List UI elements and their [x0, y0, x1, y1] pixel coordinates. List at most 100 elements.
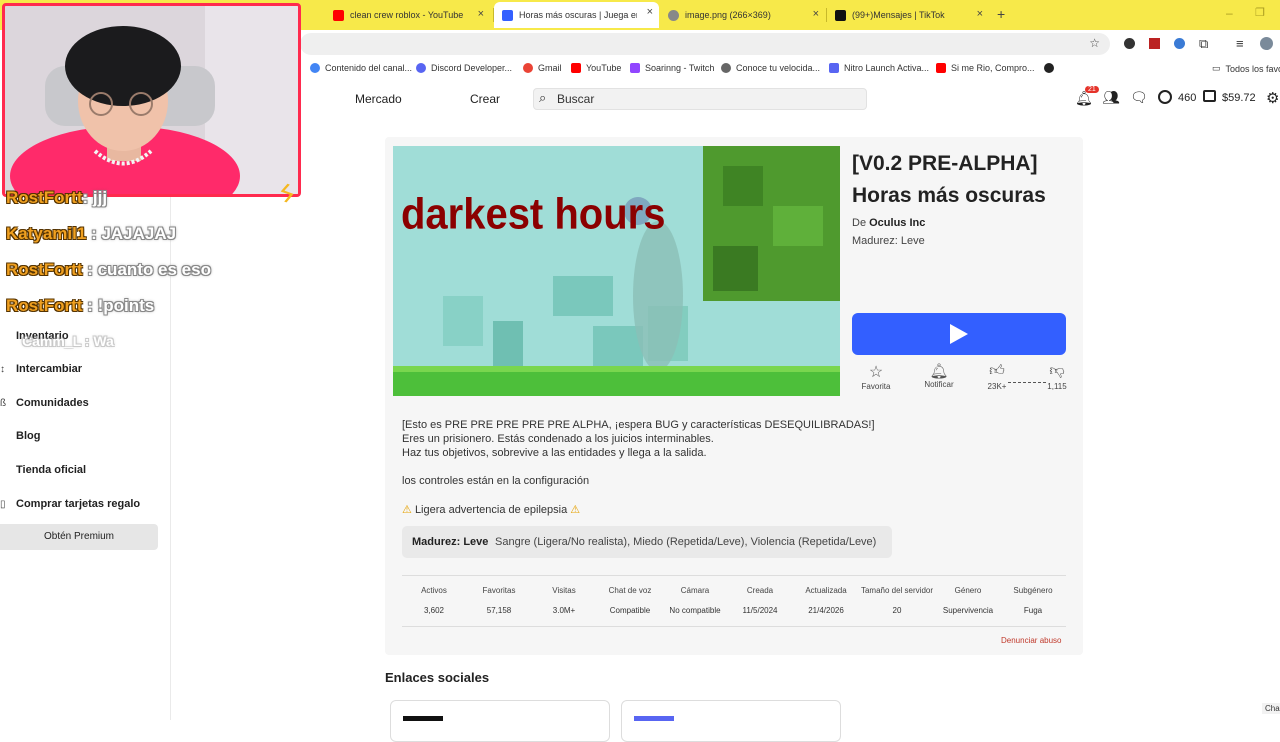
- new-tab-button[interactable]: +: [997, 6, 1005, 22]
- game-thumbnail[interactable]: darkest hours: [393, 146, 840, 396]
- play-button[interactable]: [852, 313, 1066, 355]
- vote-ratio-bar: [1008, 382, 1046, 383]
- favorite-label: Favorita: [861, 382, 891, 391]
- dislikes-count: 1,115: [1047, 382, 1067, 391]
- wallet-icon[interactable]: [1203, 90, 1216, 102]
- social-link-card[interactable]: [390, 700, 610, 742]
- notify-label: Notificar: [924, 380, 954, 389]
- roblox-icon: [502, 9, 513, 21]
- maturity-detail: Sangre (Ligera/No realista), Miedo (Repe…: [495, 536, 877, 548]
- extension-icon[interactable]: [1174, 38, 1185, 49]
- thumbs-down-icon: 👎︎: [1049, 362, 1065, 379]
- nav-marketplace[interactable]: Mercado: [355, 92, 402, 106]
- robux-icon[interactable]: [1158, 90, 1172, 104]
- sidebar-item-store[interactable]: Tienda oficial: [16, 464, 86, 476]
- bookmark-item[interactable]: Conoce tu velocida...: [721, 63, 820, 73]
- extension-icon[interactable]: [1149, 38, 1160, 49]
- tab-tiktok[interactable]: (99+)Mensajes | TikTok ×: [827, 4, 989, 26]
- notify-button[interactable]: 🔔︎ Notificar: [917, 362, 961, 389]
- extension-icon[interactable]: [1124, 38, 1135, 49]
- creator-link[interactable]: Oculus Inc: [869, 217, 925, 229]
- bookmark-item[interactable]: Soarinng - Twitch: [630, 63, 714, 73]
- premium-button[interactable]: Obtén Premium: [0, 524, 158, 550]
- sidebar-item-trade[interactable]: Intercambiar: [16, 363, 82, 375]
- sidebar-item-communities[interactable]: Comunidades: [16, 397, 89, 409]
- reading-list-icon[interactable]: ≡: [1236, 36, 1244, 51]
- stat-label: Subgénero: [1013, 586, 1053, 595]
- bookmark-label: Discord Developer...: [431, 63, 513, 73]
- game-title-line2: Horas más oscuras: [852, 184, 1046, 207]
- close-icon[interactable]: ×: [647, 6, 653, 18]
- chat-username: RostFortt: [6, 296, 83, 315]
- globe-icon: [668, 9, 679, 21]
- bookmark-item[interactable]: Gmail: [523, 63, 562, 73]
- dislike-button[interactable]: 👎︎ 1,115: [1042, 362, 1072, 391]
- favorite-button[interactable]: ☆ Favorita: [856, 362, 896, 391]
- thumbs-up-icon: 👍︎: [989, 362, 1005, 379]
- twitch-icon: [630, 63, 640, 73]
- social-links-heading: Enlaces sociales: [385, 670, 490, 685]
- description-line: Haz tus objetivos, sobrevive a las entid…: [402, 447, 707, 459]
- like-button[interactable]: 👍︎ 23K+: [982, 362, 1012, 391]
- minimize-icon[interactable]: –: [1226, 6, 1233, 20]
- google-icon: [310, 63, 320, 73]
- sidebar-item-gift-cards[interactable]: Comprar tarjetas regalo: [16, 498, 140, 510]
- bookmark-item[interactable]: Contenido del canal...: [310, 63, 412, 73]
- likes-count: 23K+: [987, 382, 1007, 391]
- bookmark-label: Nitro Launch Activa...: [844, 63, 930, 73]
- profile-avatar[interactable]: [1260, 37, 1273, 50]
- chat-text: : !points: [87, 296, 155, 315]
- maturity-meta: Madurez: Leve: [852, 235, 925, 247]
- close-icon[interactable]: ×: [813, 8, 819, 20]
- bookmark-item[interactable]: Si me Rio, Compro...: [936, 63, 1035, 73]
- chat-message: Camm_L : Wa: [22, 333, 114, 349]
- maturity-box: Madurez: Leve Sangre (Ligera/No realista…: [402, 526, 892, 558]
- bookmark-item[interactable]: [1044, 63, 1059, 73]
- tiktok-icon: [835, 9, 846, 21]
- bookmark-label: Soarinng - Twitch: [645, 63, 715, 73]
- tab-image[interactable]: image.png (266×369) ×: [660, 4, 825, 26]
- description-line: [Esto es PRE PRE PRE PRE PRE ALPHA, ¡esp…: [402, 419, 875, 431]
- star-icon: ☆: [868, 364, 884, 381]
- tab-roblox-game[interactable]: Horas más oscuras | Juega en R ×: [494, 2, 659, 28]
- friends-icon[interactable]: 👥︎: [1102, 89, 1120, 106]
- bookmark-item[interactable]: Discord Developer...: [416, 63, 512, 73]
- sidebar-item-blog[interactable]: Blog: [16, 430, 40, 442]
- tab-label: clean crew roblox - YouTube: [350, 10, 464, 20]
- tab-label: (99+)Mensajes | TikTok: [852, 10, 945, 20]
- tab-label: Horas más oscuras | Juega en R: [519, 10, 637, 20]
- notification-badge: 21: [1085, 86, 1099, 93]
- chat-username: RostFortt: [6, 188, 83, 207]
- all-favorites-folder[interactable]: ▭ Todos los favo: [1212, 63, 1280, 74]
- chat-username: RostFortt: [6, 260, 83, 279]
- chat-text: : JAJAJAJ: [91, 224, 177, 243]
- chat-icon[interactable]: 🗨︎: [1130, 89, 1148, 106]
- restore-icon[interactable]: ❐: [1255, 6, 1265, 19]
- stats-divider: [402, 575, 1066, 576]
- url-field[interactable]: ☆: [300, 33, 1110, 55]
- youtube-icon: [333, 9, 344, 21]
- star-bookmark-icon[interactable]: ☆: [1089, 36, 1100, 50]
- nav-create[interactable]: Crear: [470, 92, 500, 106]
- puzzle-icon[interactable]: ⧉: [1199, 36, 1208, 52]
- bookmark-item[interactable]: YouTube: [571, 63, 621, 73]
- folder-icon: ▭: [1212, 63, 1221, 73]
- communities-icon: ß: [0, 398, 7, 409]
- close-icon[interactable]: ×: [478, 8, 484, 20]
- bookmark-label: Si me Rio, Compro...: [951, 63, 1035, 73]
- search-icon: ⌕: [539, 90, 547, 105]
- bookmark-label: Todos los favo: [1225, 63, 1280, 74]
- search-input[interactable]: ⌕ Buscar: [533, 88, 867, 110]
- maturity-label: Madurez: Leve: [412, 536, 489, 548]
- webcam-feed: [5, 6, 298, 194]
- report-abuse-link[interactable]: Denunciar abuso: [1001, 636, 1061, 645]
- bookmark-item[interactable]: Nitro Launch Activa...: [829, 63, 929, 73]
- thumbnail-title: darkest hours: [401, 189, 665, 238]
- speedometer-icon: [721, 63, 731, 73]
- chat-tab[interactable]: Cha: [1262, 703, 1280, 714]
- social-link-card[interactable]: [621, 700, 841, 742]
- creator-prefix: De: [852, 217, 867, 229]
- close-icon[interactable]: ×: [977, 8, 983, 20]
- gear-icon[interactable]: ⚙: [1266, 89, 1279, 107]
- tab-youtube[interactable]: clean crew roblox - YouTube ×: [325, 4, 490, 26]
